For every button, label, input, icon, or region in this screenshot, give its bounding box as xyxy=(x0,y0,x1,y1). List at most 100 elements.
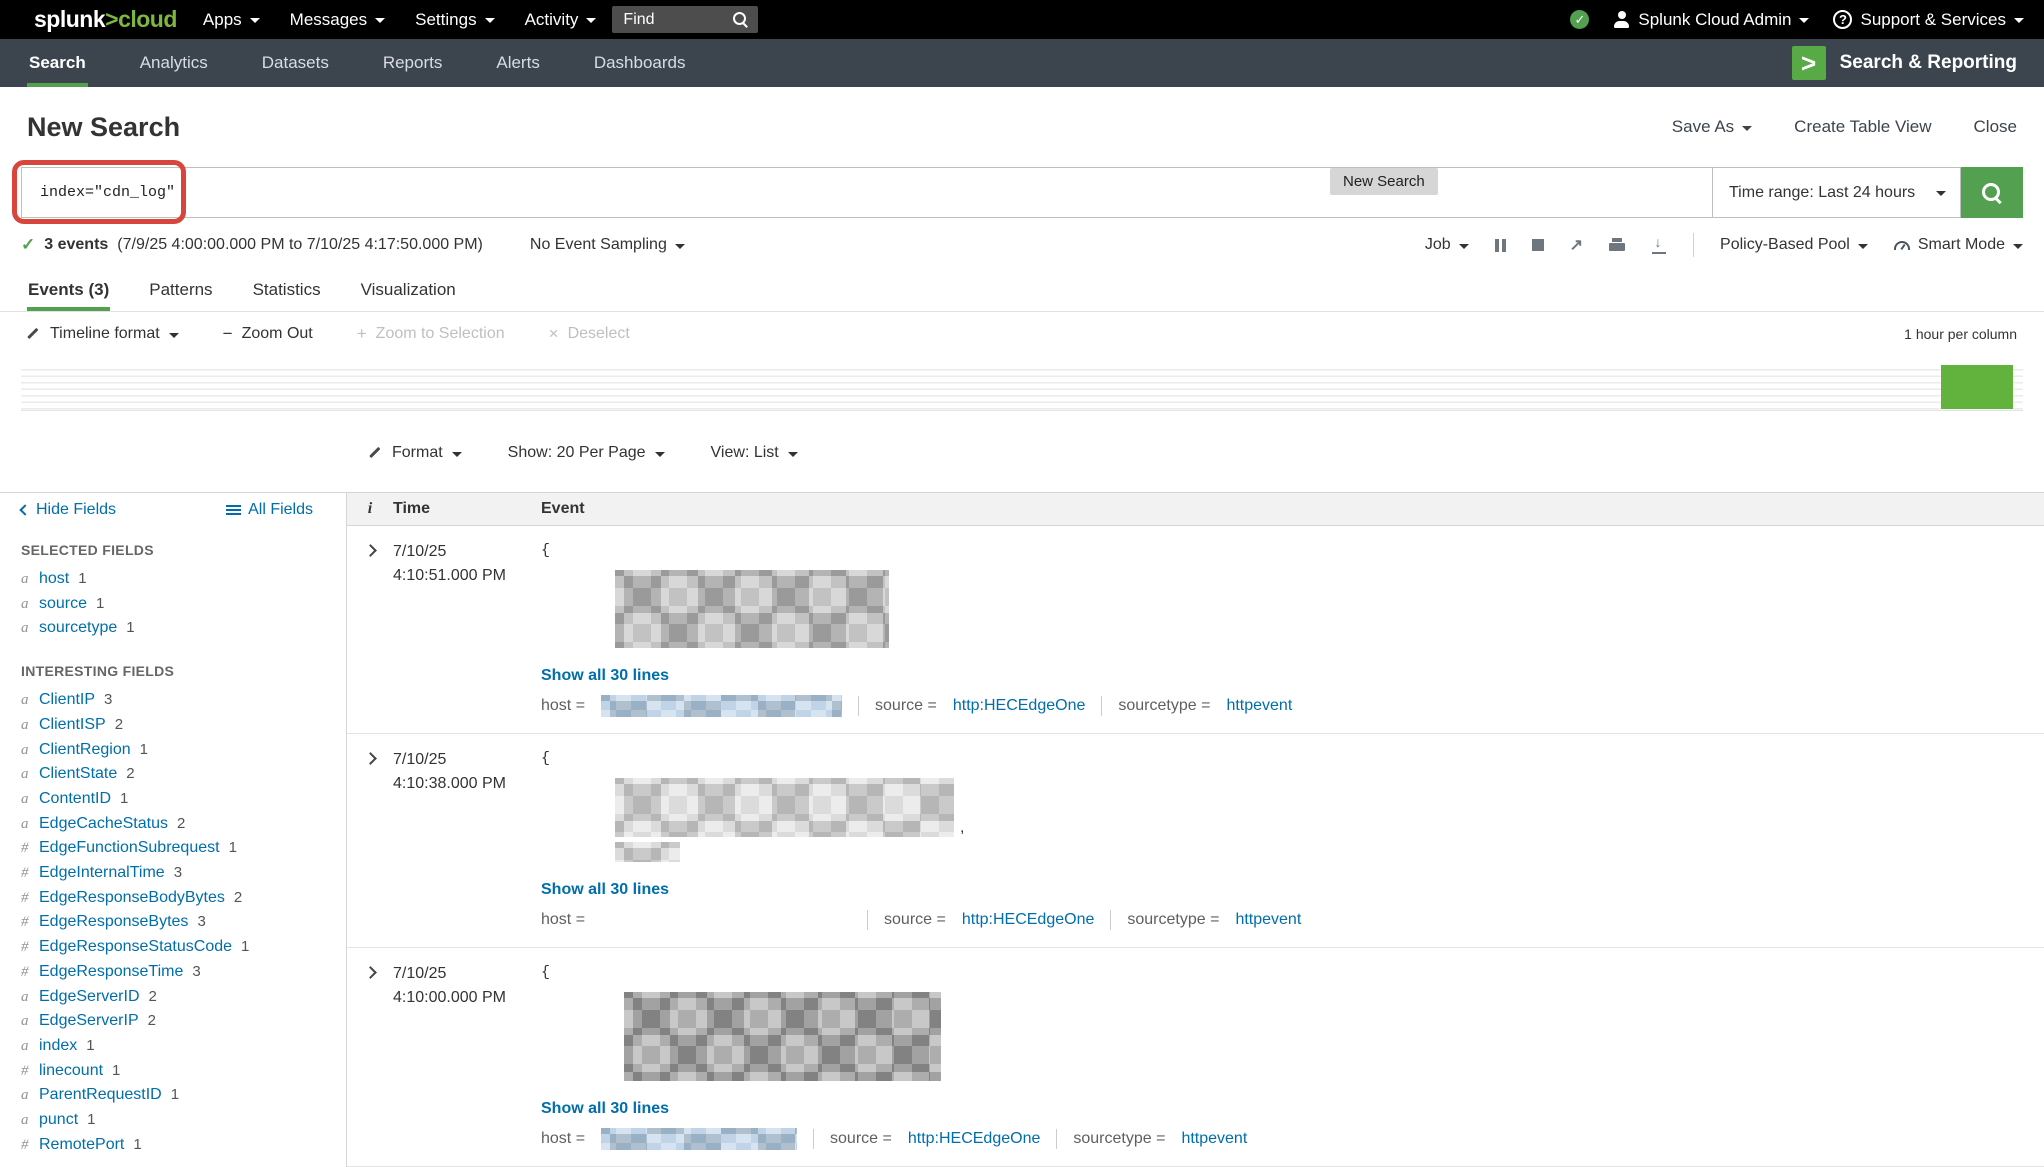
workload-pool-dropdown[interactable]: Policy-Based Pool xyxy=(1720,236,1868,254)
source-value-link[interactable]: http:HECEdgeOne xyxy=(953,697,1086,715)
field-name-link[interactable]: ClientState xyxy=(39,762,117,787)
field-name-link[interactable]: EdgeFunctionSubrequest xyxy=(39,836,220,861)
field-name-link[interactable]: EdgeResponseStatusCode xyxy=(39,935,232,960)
time-range-picker[interactable]: Time range: Last 24 hours xyxy=(1713,167,1961,218)
zoom-out-button[interactable]: Zoom Out xyxy=(223,324,313,344)
field-name-link[interactable]: EdgeResponseBodyBytes xyxy=(39,886,225,911)
menu-settings[interactable]: Settings xyxy=(415,10,494,30)
expand-event-button[interactable] xyxy=(347,748,393,947)
field-row[interactable]: # EdgeResponseBytes 3 xyxy=(21,910,336,935)
create-table-view-button[interactable]: Create Table View xyxy=(1794,117,1931,137)
field-name-link[interactable]: ParentRequestID xyxy=(39,1083,162,1108)
timeline-bar[interactable] xyxy=(1941,365,2013,409)
field-name-link[interactable]: EdgeServerID xyxy=(39,985,140,1010)
field-row[interactable]: a EdgeCacheStatus 2 xyxy=(21,812,336,837)
field-name-link[interactable]: host xyxy=(39,567,69,592)
format-dropdown[interactable]: Format xyxy=(369,444,462,462)
field-row[interactable]: # EdgeResponseTime 3 xyxy=(21,960,336,985)
search-query-input[interactable]: index="cdn_log" xyxy=(21,167,1713,218)
menu-activity[interactable]: Activity xyxy=(525,10,597,30)
show-all-lines-link[interactable]: Show all 30 lines xyxy=(541,667,669,685)
field-row[interactable]: # EdgeInternalTime 3 xyxy=(21,861,336,886)
field-name-link[interactable]: source xyxy=(39,592,87,617)
field-name-link[interactable]: EdgeServerIP xyxy=(39,1009,139,1034)
tab-statistics[interactable]: Statistics xyxy=(252,280,322,311)
field-row[interactable]: # EdgeResponseBodyBytes 2 xyxy=(21,886,336,911)
sourcetype-value-link[interactable]: httpevent xyxy=(1235,911,1301,929)
per-page-dropdown[interactable]: Show: 20 Per Page xyxy=(508,444,665,462)
job-menu[interactable]: Job xyxy=(1425,236,1469,254)
nav-dashboards[interactable]: Dashboards xyxy=(592,39,688,87)
stop-job-button[interactable] xyxy=(1532,239,1544,251)
field-row[interactable]: # EdgeResponseStatusCode 1 xyxy=(21,935,336,960)
menu-apps[interactable]: Apps xyxy=(203,10,260,30)
save-as-button[interactable]: Save As xyxy=(1672,117,1752,137)
field-row[interactable]: a ClientISP 2 xyxy=(21,713,336,738)
current-app[interactable]: Search & Reporting xyxy=(1792,39,2017,87)
field-row[interactable]: # RemotePort 1 xyxy=(21,1133,336,1158)
field-row[interactable]: a EdgeServerID 2 xyxy=(21,985,336,1010)
show-all-lines-link[interactable]: Show all 30 lines xyxy=(541,881,669,899)
field-name-link[interactable]: sourcetype xyxy=(39,616,117,641)
field-row[interactable]: a ParentRequestID 1 xyxy=(21,1083,336,1108)
field-row[interactable]: a sourcetype 1 xyxy=(21,616,336,641)
field-type: a xyxy=(21,616,39,641)
source-value-link[interactable]: http:HECEdgeOne xyxy=(962,911,1095,929)
field-name-link[interactable]: ClientRegion xyxy=(39,738,131,763)
user-menu[interactable]: Splunk Cloud Admin xyxy=(1613,10,1809,30)
field-row[interactable]: a ContentID 1 xyxy=(21,787,336,812)
expand-event-button[interactable] xyxy=(347,962,393,1166)
run-search-button[interactable] xyxy=(1961,167,2023,218)
nav-datasets[interactable]: Datasets xyxy=(260,39,331,87)
search-icon[interactable] xyxy=(732,11,749,28)
search-mode-dropdown[interactable]: Smart Mode xyxy=(1894,236,2023,254)
field-name-link[interactable]: punct xyxy=(39,1108,78,1133)
share-job-button[interactable] xyxy=(1570,235,1583,255)
field-name-link[interactable]: EdgeCacheStatus xyxy=(39,812,168,837)
find-search-input[interactable]: Find xyxy=(612,6,758,33)
sourcetype-value-link[interactable]: httpevent xyxy=(1181,1130,1247,1148)
nav-alerts[interactable]: Alerts xyxy=(494,39,541,87)
field-row[interactable]: a source 1 xyxy=(21,592,336,617)
tab-visualization[interactable]: Visualization xyxy=(360,280,457,311)
field-name-link[interactable]: ClientISP xyxy=(39,713,106,738)
field-row[interactable]: a ClientRegion 1 xyxy=(21,738,336,763)
hide-fields-button[interactable]: Hide Fields xyxy=(21,501,116,519)
event-sampling-dropdown[interactable]: No Event Sampling xyxy=(530,236,685,254)
menu-messages[interactable]: Messages xyxy=(290,10,385,30)
field-row[interactable]: # EdgeFunctionSubrequest 1 xyxy=(21,836,336,861)
field-row[interactable]: # linecount 1 xyxy=(21,1059,336,1084)
field-name-link[interactable]: ContentID xyxy=(39,787,111,812)
field-row[interactable]: a ClientIP 3 xyxy=(21,688,336,713)
expand-event-button[interactable] xyxy=(347,540,393,733)
field-name-link[interactable]: RemotePort xyxy=(39,1133,124,1158)
field-name-link[interactable]: EdgeResponseBytes xyxy=(39,910,188,935)
field-name-link[interactable]: ClientIP xyxy=(39,688,95,713)
system-status-ok-icon[interactable] xyxy=(1570,10,1589,29)
all-fields-button[interactable]: All Fields xyxy=(226,501,313,519)
nav-reports[interactable]: Reports xyxy=(381,39,445,87)
show-all-lines-link[interactable]: Show all 30 lines xyxy=(541,1100,669,1118)
source-value-link[interactable]: http:HECEdgeOne xyxy=(908,1130,1041,1148)
timeline-format-dropdown[interactable]: Timeline format xyxy=(27,325,179,343)
support-menu[interactable]: Support & Services xyxy=(1833,10,2024,30)
tab-patterns[interactable]: Patterns xyxy=(148,280,213,311)
tab-events[interactable]: Events (3) xyxy=(27,280,110,311)
field-row[interactable]: a index 1 xyxy=(21,1034,336,1059)
export-button[interactable] xyxy=(1651,237,1667,254)
field-name-link[interactable]: index xyxy=(39,1034,77,1059)
field-row[interactable]: a host 1 xyxy=(21,567,336,592)
close-button[interactable]: Close xyxy=(1974,117,2017,137)
view-dropdown[interactable]: View: List xyxy=(711,444,798,462)
print-button[interactable] xyxy=(1609,238,1625,252)
field-row[interactable]: a punct 1 xyxy=(21,1108,336,1133)
field-row[interactable]: a EdgeServerIP 2 xyxy=(21,1009,336,1034)
pause-job-button[interactable] xyxy=(1495,239,1506,252)
nav-search[interactable]: Search xyxy=(27,39,88,87)
field-name-link[interactable]: linecount xyxy=(39,1059,103,1084)
field-row[interactable]: a ClientState 2 xyxy=(21,762,336,787)
nav-analytics[interactable]: Analytics xyxy=(138,39,210,87)
sourcetype-value-link[interactable]: httpevent xyxy=(1226,697,1292,715)
field-name-link[interactable]: EdgeResponseTime xyxy=(39,960,183,985)
field-name-link[interactable]: EdgeInternalTime xyxy=(39,861,165,886)
